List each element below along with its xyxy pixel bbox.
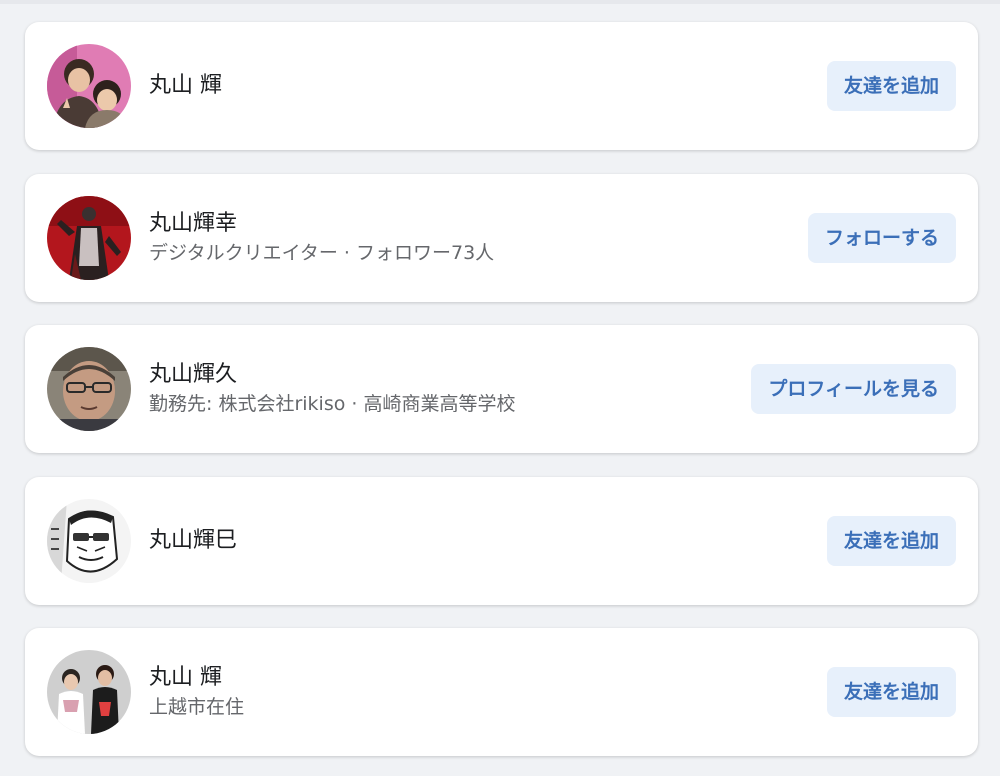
profile-photo-man-glasses-icon [47, 347, 131, 431]
profile-photo-two-people-icon [47, 650, 131, 734]
avatar[interactable] [47, 499, 131, 583]
search-result-card[interactable]: 丸山 輝 上越市在住 友達を追加 [25, 628, 978, 756]
search-result-card[interactable]: 丸山輝巳 友達を追加 [25, 477, 978, 605]
search-result-card[interactable]: 丸山輝幸 デジタルクリエイター · フォロワー73人 フォローする [25, 174, 978, 302]
search-result-card[interactable]: 丸山輝久 勤務先: 株式会社rikiso · 高崎商業高等学校 プロフィールを見… [25, 325, 978, 453]
add-friend-button[interactable]: 友達を追加 [826, 667, 956, 717]
add-friend-button[interactable]: 友達を追加 [826, 61, 956, 111]
avatar[interactable] [47, 44, 131, 128]
result-subtitle: デジタルクリエイター · フォロワー73人 [149, 242, 495, 264]
result-name[interactable]: 丸山輝久 [149, 360, 515, 390]
result-name[interactable]: 丸山 輝 [149, 663, 244, 693]
profile-photo-two-boys-icon [47, 44, 131, 128]
follow-button[interactable]: フォローする [807, 213, 956, 263]
profile-photo-manga-face-icon [47, 499, 131, 583]
profile-photo-costume-icon [47, 196, 131, 280]
avatar[interactable] [47, 650, 131, 734]
result-name[interactable]: 丸山輝巳 [149, 526, 237, 556]
top-divider [0, 0, 1000, 4]
avatar[interactable] [47, 347, 131, 431]
result-name[interactable]: 丸山 輝 [149, 71, 222, 101]
result-subtitle: 上越市在住 [149, 696, 245, 718]
search-result-card[interactable]: 丸山 輝 友達を追加 [25, 22, 978, 150]
avatar[interactable] [47, 196, 131, 280]
result-subtitle: 勤務先: 株式会社rikiso · 高崎商業高等学校 [149, 393, 516, 415]
add-friend-button[interactable]: 友達を追加 [826, 516, 956, 566]
view-profile-button[interactable]: プロフィールを見る [751, 364, 956, 414]
result-name[interactable]: 丸山輝幸 [149, 209, 494, 239]
